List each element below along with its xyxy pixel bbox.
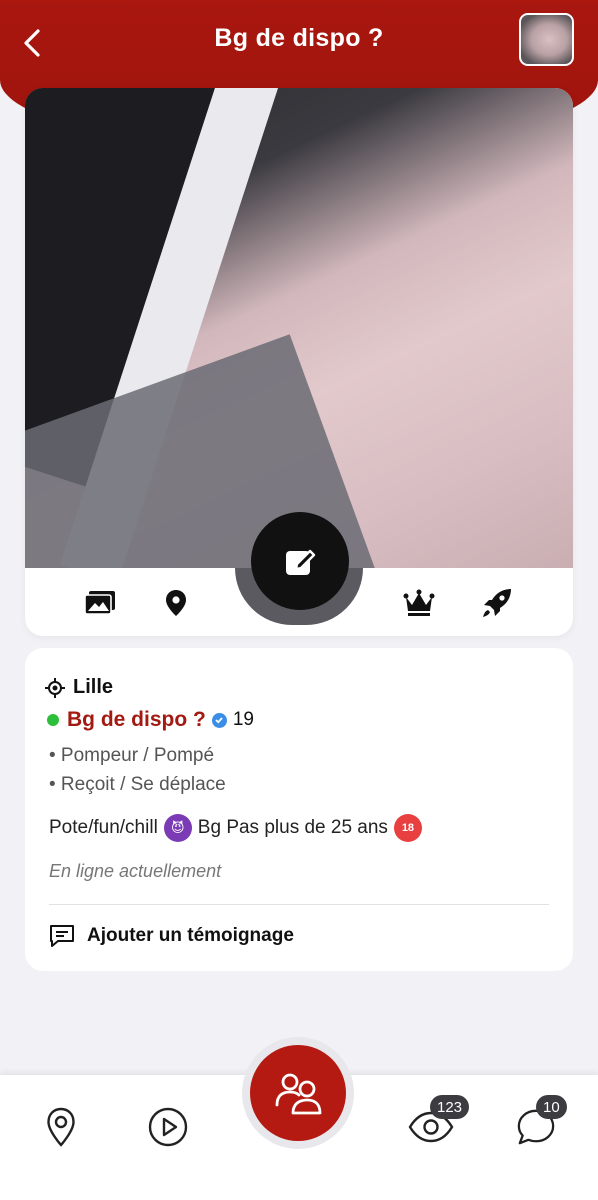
city-row: Lille [45, 676, 113, 699]
tab-messages[interactable]: 10 [516, 1095, 567, 1149]
tab-people[interactable] [242, 1037, 354, 1149]
tab-visits[interactable]: 123 [408, 1095, 470, 1149]
profile-info-card: Lille Bg de dispo ? 19 • Pompeur / Pompé… [25, 648, 573, 971]
city-label: Lille [73, 676, 114, 698]
divider [49, 904, 549, 905]
profile-photo[interactable] [25, 88, 573, 568]
visits-badge: 123 [430, 1095, 470, 1119]
add-testimony-label: Ajouter un témoignage [87, 925, 294, 946]
messages-badge: 10 [536, 1095, 567, 1119]
tag-item: • Reçoit / Se déplace [49, 774, 226, 795]
boost-button[interactable] [480, 586, 514, 620]
users-icon [275, 1073, 322, 1115]
devil-emoji-icon: 😈 [163, 814, 192, 842]
location-target-icon [45, 677, 65, 698]
map-pin-icon [47, 1107, 75, 1147]
photos-icon [84, 591, 115, 615]
profile-tags: • Pompeur / Pompé • Reçoit / Se déplace [49, 741, 226, 799]
tab-videos[interactable] [148, 1105, 188, 1149]
online-status: En ligne actuellement [49, 861, 222, 881]
name-row: Bg de dispo ? 19 [47, 708, 254, 732]
tag-item: • Pompeur / Pompé [49, 745, 215, 766]
profile-bio: Pote/fun/chill 😈 Bg Pas plus de 25 ans 1… [49, 814, 422, 842]
message-square-icon [50, 925, 74, 947]
tab-map[interactable] [41, 1105, 81, 1149]
avatar[interactable] [519, 13, 574, 66]
bio-text: Bg Pas plus de 25 ans [197, 817, 388, 838]
no-under-18-icon: 18 [393, 814, 422, 842]
location-button[interactable] [159, 586, 193, 620]
page-title: Bg de dispo ? [214, 24, 384, 52]
map-pin-icon [166, 590, 186, 616]
online-indicator [47, 714, 59, 726]
profile-age: 19 [232, 709, 254, 730]
bio-text: Pote/fun/chill [49, 817, 158, 838]
tab-people-inner [250, 1045, 346, 1141]
profile-actions [25, 568, 573, 636]
profile-name: Bg de dispo ? [67, 708, 206, 731]
photos-button[interactable] [83, 586, 117, 620]
play-icon [148, 1107, 188, 1147]
profile-card [25, 88, 573, 636]
add-testimony-button[interactable]: Ajouter un témoignage [49, 924, 294, 948]
bottom-tab-bar: 123 10 [0, 1037, 598, 1200]
verified-icon [211, 712, 227, 728]
premium-button[interactable] [402, 586, 436, 620]
rocket-icon [483, 589, 511, 617]
crown-icon [403, 589, 435, 616]
